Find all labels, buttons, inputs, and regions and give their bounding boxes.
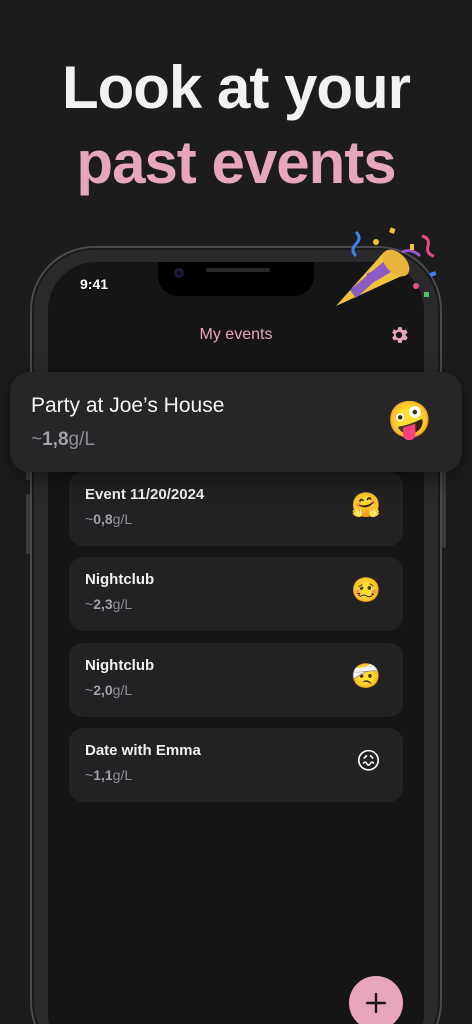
- headline-line-2: past events: [76, 129, 396, 196]
- event-bac: ~2,3g/L: [85, 596, 133, 612]
- plus-icon: [365, 992, 387, 1014]
- camera-icon: [174, 268, 184, 278]
- status-time: 9:41: [80, 276, 109, 292]
- gear-icon[interactable]: [388, 324, 410, 346]
- event-title: Nightclub: [85, 571, 155, 588]
- bandaged-face-icon: 🤕: [351, 663, 381, 690]
- phone-button-volume-down: [26, 494, 30, 554]
- confounded-face-icon: 😖: [355, 748, 381, 775]
- featured-event-title: Party at Joe’s House: [31, 394, 225, 417]
- hugging-face-icon: 🤗: [351, 492, 381, 519]
- event-card[interactable]: Nightclub ~2,0g/L 🤕: [69, 643, 403, 717]
- party-popper-icon: [330, 218, 442, 318]
- event-title: Nightclub: [85, 657, 155, 674]
- notch: [158, 262, 314, 296]
- event-title: Event 11/20/2024: [85, 486, 205, 503]
- speaker: [206, 268, 270, 272]
- event-bac: ~0,8g/L: [85, 511, 133, 527]
- featured-event-bac: ~1,8g/L: [31, 429, 95, 450]
- headline-line-1: Look at your: [61, 54, 411, 121]
- featured-event-card[interactable]: Party at Joe’s House ~1,8g/L 🤪: [10, 372, 462, 472]
- event-card[interactable]: Date with Emma ~1,1g/L 😖: [69, 728, 403, 802]
- woozy-face-icon: 🥴: [351, 577, 381, 604]
- event-title: Date with Emma: [85, 742, 201, 759]
- page-title: My events: [199, 326, 273, 343]
- add-event-button[interactable]: [349, 976, 403, 1024]
- event-card[interactable]: Nightclub ~2,3g/L 🥴: [69, 557, 403, 631]
- event-bac: ~1,1g/L: [85, 767, 133, 783]
- event-bac: ~2,0g/L: [85, 682, 133, 698]
- zany-face-icon: 🤪: [387, 399, 432, 440]
- event-card[interactable]: Event 11/20/2024 ~0,8g/L 🤗: [69, 472, 403, 546]
